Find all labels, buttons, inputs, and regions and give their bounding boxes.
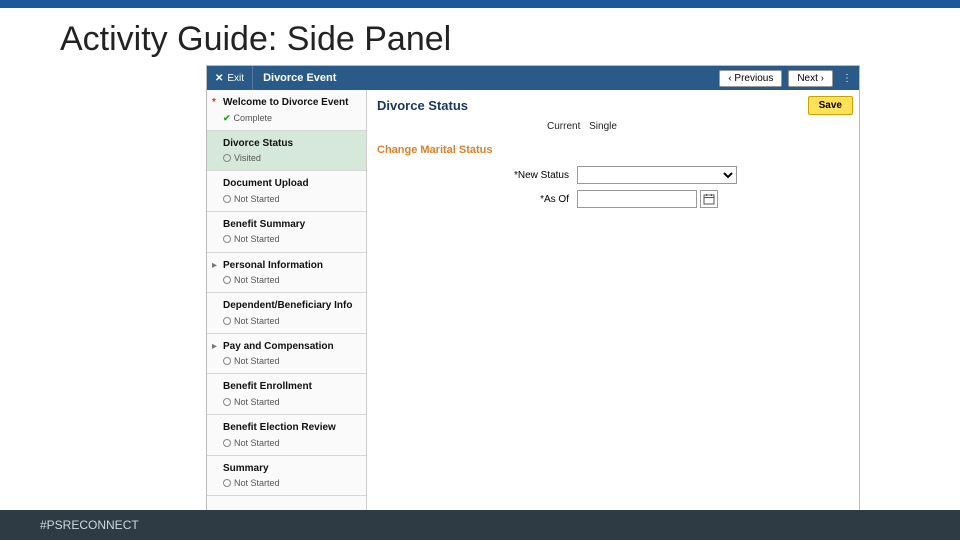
next-button[interactable]: Next › [788, 70, 833, 87]
check-icon: ✔ [223, 112, 231, 124]
previous-button[interactable]: ‹ Previous [719, 70, 782, 87]
slide-title: Activity Guide: Side Panel [60, 20, 960, 59]
circle-icon [223, 317, 231, 325]
step-title: Benefit Summary [223, 218, 358, 232]
step-title: Document Upload [223, 177, 358, 191]
chevron-right-icon: ▸ [212, 340, 217, 354]
sidebar-step[interactable]: * Welcome to Divorce Event ✔Complete [207, 90, 366, 131]
circle-icon [223, 439, 231, 447]
current-status-row: Current Single [547, 121, 849, 132]
section-heading: Change Marital Status [377, 144, 849, 156]
as-of-label: *As Of [377, 194, 577, 205]
step-status: Not Started [223, 396, 358, 408]
main-content: Save Divorce Status Current Single Chang… [367, 90, 859, 510]
circle-icon [223, 479, 231, 487]
step-title: Divorce Status [223, 137, 358, 151]
slide-accent-bar [0, 0, 960, 8]
circle-icon [223, 154, 231, 162]
breadcrumb: Divorce Event [253, 72, 346, 84]
step-status: Not Started [223, 477, 358, 489]
step-title: Pay and Compensation [223, 340, 358, 354]
new-status-row: *New Status [377, 166, 849, 184]
current-value: Single [589, 121, 617, 132]
sidebar-step[interactable]: ▸ Personal InformationNot Started [207, 253, 366, 294]
app-body: * Welcome to Divorce Event ✔Complete Divorc… [207, 90, 859, 510]
sidebar-step[interactable]: Document Upload Not Started [207, 171, 366, 212]
required-icon: * [212, 96, 216, 110]
footer-hashtag: #PSRECONNECT [40, 518, 139, 532]
step-status: Not Started [223, 193, 358, 205]
chevron-right-icon: ▸ [212, 259, 217, 273]
step-title: Benefit Election Review [223, 421, 358, 435]
step-status: Not Started [223, 233, 358, 245]
sidebar-step[interactable]: Benefit Enrollment Not Started [207, 374, 366, 415]
slide-footer: #PSRECONNECT [0, 510, 960, 540]
sidebar-step[interactable]: ▸ Pay and CompensationNot Started [207, 334, 366, 375]
calendar-icon[interactable] [700, 190, 718, 208]
step-status: Not Started [223, 315, 358, 327]
app-header: ✕ Exit Divorce Event ‹ Previous Next › ⋮ [207, 66, 859, 90]
step-title: Welcome to Divorce Event [223, 96, 358, 110]
new-status-select[interactable] [577, 166, 737, 184]
sidebar-step[interactable]: Dependent/Beneficiary Info Not Started [207, 293, 366, 334]
sidebar-step[interactable]: SummaryNot Started [207, 456, 366, 497]
step-title: Personal Information [223, 259, 358, 273]
step-title: Dependent/Beneficiary Info [223, 299, 358, 313]
step-status: ✔Complete [223, 112, 358, 124]
as-of-row: *As Of [377, 190, 849, 208]
step-status: Visited [223, 152, 358, 164]
new-status-label: *New Status [377, 170, 577, 181]
save-button[interactable]: Save [808, 96, 853, 115]
close-icon: ✕ [215, 73, 223, 84]
current-label: Current [547, 121, 580, 132]
step-status: Not Started [223, 274, 358, 286]
circle-icon [223, 195, 231, 203]
step-title: Benefit Enrollment [223, 380, 358, 394]
circle-icon [223, 398, 231, 406]
step-status: Not Started [223, 437, 358, 449]
circle-icon [223, 276, 231, 284]
sidebar-step[interactable]: Benefit SummaryNot Started [207, 212, 366, 253]
as-of-input[interactable] [577, 190, 697, 208]
side-panel: * Welcome to Divorce Event ✔Complete Divorc… [207, 90, 367, 510]
exit-button[interactable]: ✕ Exit [207, 66, 253, 90]
circle-icon [223, 357, 231, 365]
more-actions-button[interactable]: ⋮ [836, 73, 859, 84]
exit-label: Exit [227, 73, 244, 84]
activity-guide-frame: ✕ Exit Divorce Event ‹ Previous Next › ⋮… [206, 65, 860, 511]
sidebar-step[interactable]: Benefit Election Review Not Started [207, 415, 366, 456]
step-status: Not Started [223, 355, 358, 367]
circle-icon [223, 235, 231, 243]
step-title: Summary [223, 462, 358, 476]
sidebar-step[interactable]: Divorce StatusVisited [207, 131, 366, 172]
page-title: Divorce Status [377, 98, 849, 113]
